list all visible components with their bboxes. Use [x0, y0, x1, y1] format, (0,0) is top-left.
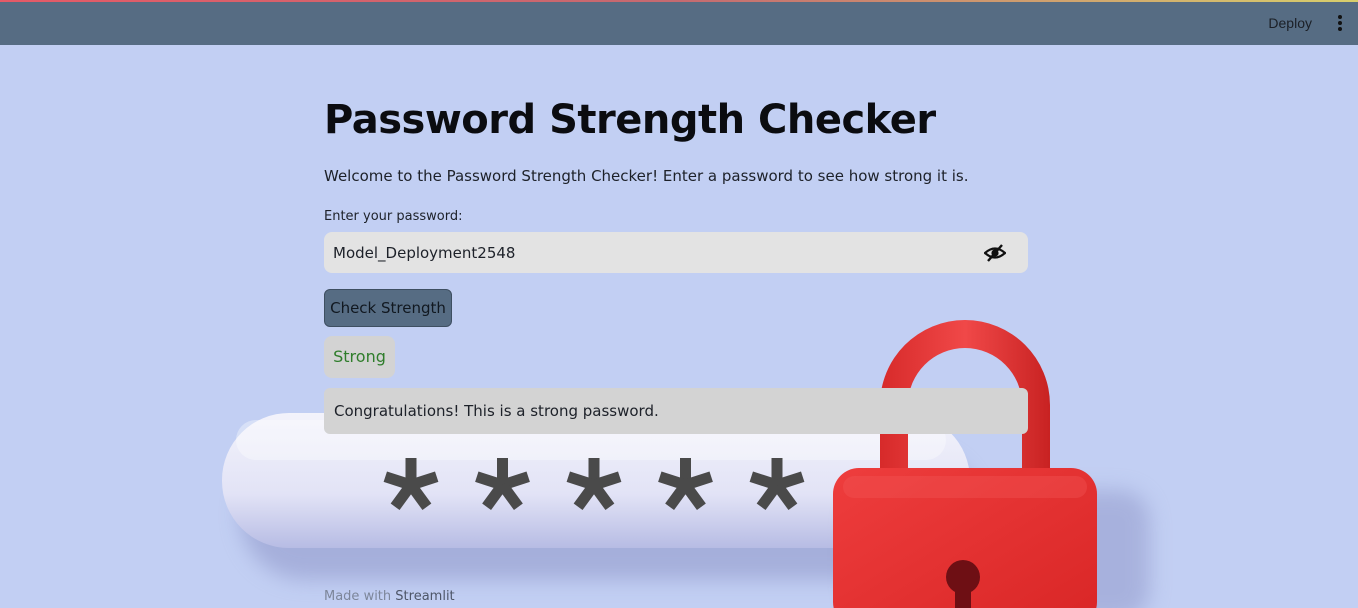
intro-text: Welcome to the Password Strength Checker… [324, 167, 969, 185]
check-strength-button[interactable]: Check Strength [324, 289, 452, 327]
background-illustration [222, 320, 1150, 608]
success-message: Congratulations! This is a strong passwo… [324, 388, 1028, 434]
strength-result-badge: Strong [324, 336, 395, 378]
app-header: Deploy [0, 0, 1358, 45]
header-decoration-line [0, 0, 1358, 2]
password-input[interactable] [333, 232, 963, 273]
password-label: Enter your password: [324, 209, 463, 224]
footer: Made with Streamlit [324, 589, 455, 604]
vertical-dots-icon[interactable] [1336, 15, 1344, 31]
password-field [324, 232, 1028, 273]
deploy-button[interactable]: Deploy [1268, 15, 1312, 31]
footer-made-with: Made with [324, 589, 392, 604]
page-title: Password Strength Checker [324, 97, 936, 143]
eye-slash-icon[interactable] [983, 243, 1007, 263]
streamlit-link[interactable]: Streamlit [395, 589, 454, 604]
